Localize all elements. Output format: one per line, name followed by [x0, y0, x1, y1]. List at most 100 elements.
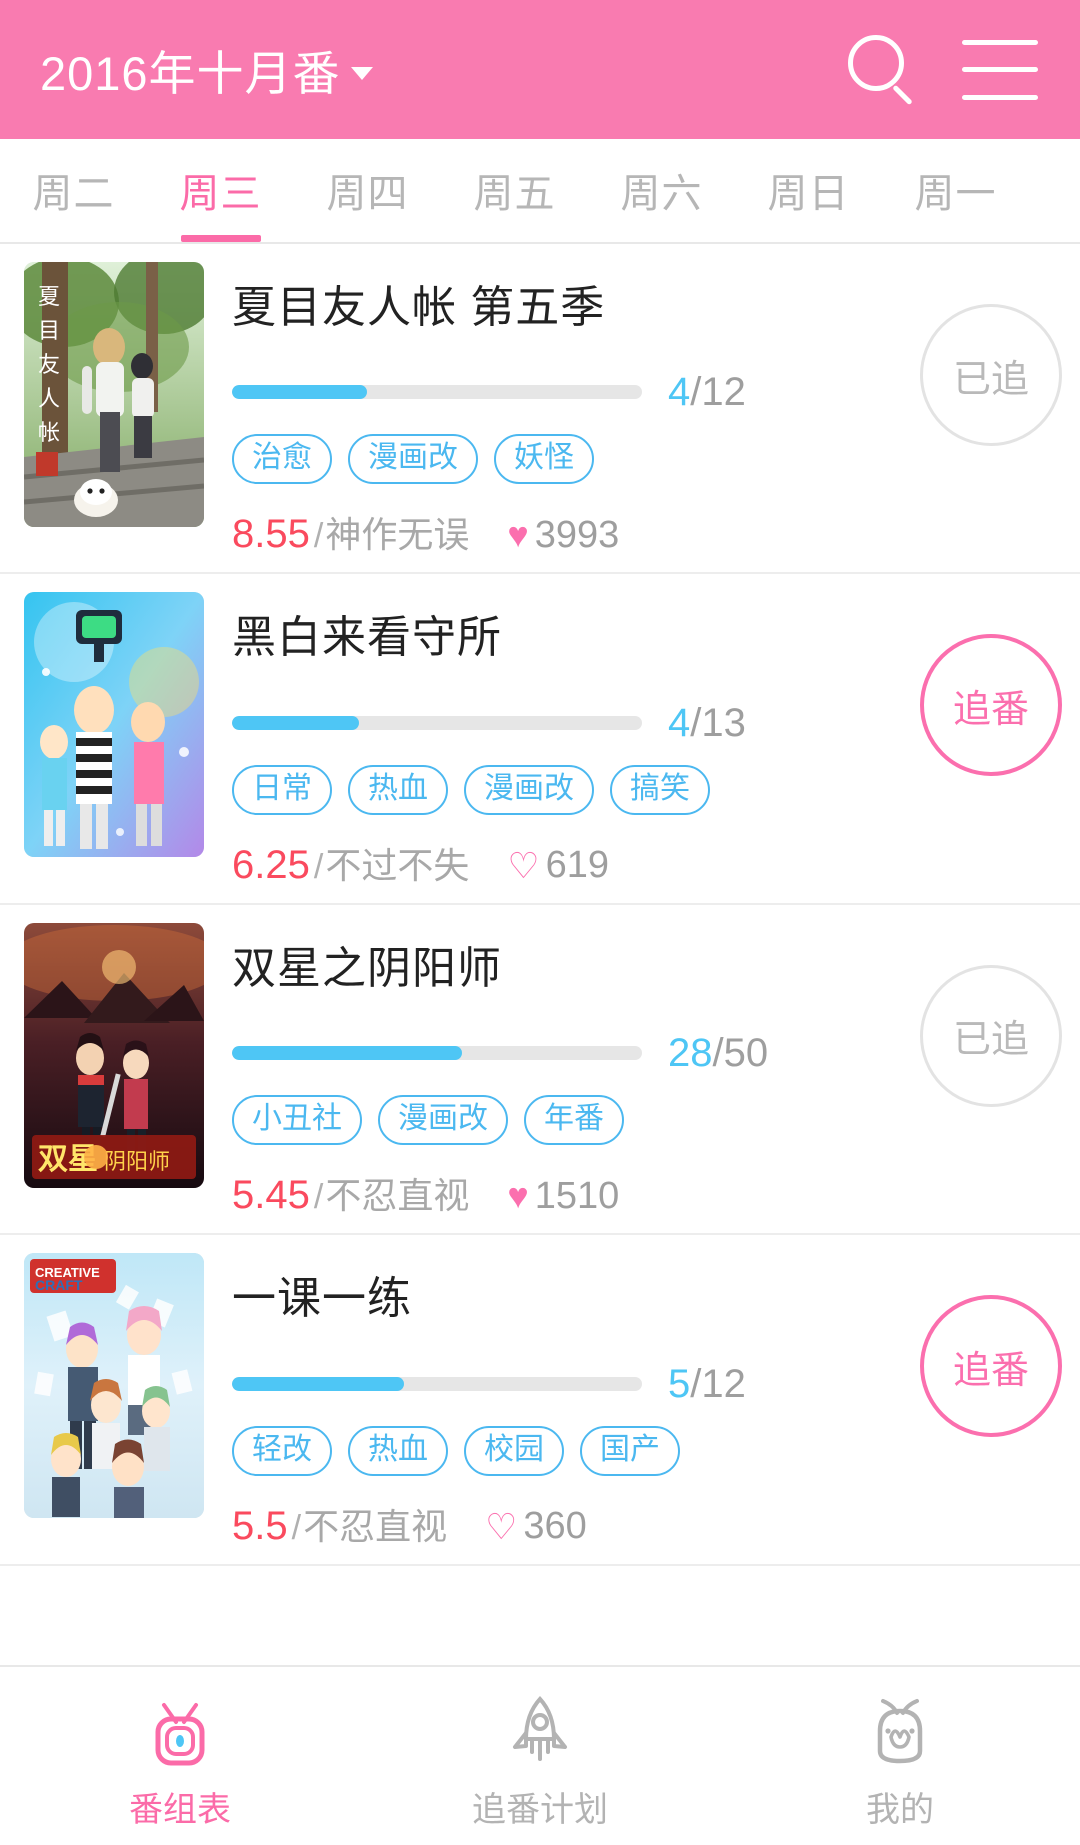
episode-counter: 28/50 [668, 1033, 768, 1073]
anime-cover-image[interactable]: CREATIVE CRAFT [24, 1253, 204, 1519]
follow-button[interactable]: 已追 [920, 304, 1062, 446]
svg-text:友: 友 [38, 352, 60, 377]
episode-separator: / [690, 370, 702, 415]
like-count: 360 [523, 1505, 587, 1548]
progress-bar [232, 1376, 642, 1391]
tab-weekday-0[interactable]: 周二 [0, 139, 147, 242]
rating-row: 8.55 / 神作无误 ♥ 3993 [232, 506, 1060, 558]
nav-label: 番组表 [129, 1790, 231, 1829]
anime-title: 双星之阴阳师 [232, 943, 502, 993]
heart-icon: ♥ [507, 1175, 529, 1217]
anime-title: 黑白来看守所 [232, 613, 502, 663]
tab-label: 周三 [179, 172, 262, 216]
anime-tag[interactable]: 漫画改 [348, 434, 478, 485]
svg-text:帐: 帐 [38, 420, 60, 445]
like-group[interactable]: ♥ 3993 [507, 514, 619, 557]
rating-separator: / [313, 847, 324, 886]
episode-separator: / [690, 1361, 702, 1406]
search-icon-ring [848, 34, 904, 91]
like-group[interactable]: ♡ 619 [507, 844, 609, 887]
anime-cover-image[interactable]: 双星 阴阳师 [24, 922, 204, 1188]
tab-label: 周二 [32, 172, 115, 216]
episode-total: 12 [701, 1361, 746, 1406]
tab-weekday-2[interactable]: 周四 [294, 139, 441, 242]
anime-list-item[interactable]: CREATIVE CRAFT 一课一练 5/12 轻改 热血 校园 国产 5.5… [0, 1235, 1080, 1566]
follow-button[interactable]: 已追 [920, 964, 1062, 1107]
svg-text:夏: 夏 [38, 284, 60, 309]
like-count: 1510 [534, 1174, 620, 1217]
tab-label: 周日 [767, 172, 850, 216]
progress-bar-fill [232, 385, 368, 400]
anime-tag[interactable]: 日常 [232, 764, 332, 815]
episode-counter: 4/12 [668, 372, 746, 412]
nav-label: 我的 [866, 1790, 934, 1829]
hamburger-menu-icon[interactable] [962, 39, 1038, 100]
nav-item-plan[interactable]: 追番计划 [360, 1667, 720, 1845]
svg-text:人: 人 [38, 386, 60, 411]
tab-active-underline [180, 235, 261, 242]
progress-bar-fill [232, 715, 360, 730]
tab-label: 周五 [473, 172, 556, 216]
heart-icon: ♥ [507, 514, 529, 556]
anime-tags: 治愈 漫画改 妖怪 [232, 434, 1060, 485]
rating-score: 5.5 [232, 1503, 288, 1548]
progress-bar [232, 385, 642, 400]
nav-item-mine[interactable]: 我的 [720, 1667, 1080, 1845]
anime-list-item[interactable]: 夏 目 友 人 帐 夏目友人帐 第五季 4/12 治愈 漫画改 妖怪 8.55 … [0, 244, 1080, 575]
anime-list: 夏 目 友 人 帐 夏目友人帐 第五季 4/12 治愈 漫画改 妖怪 8.55 … [0, 244, 1080, 1566]
episode-counter: 5/12 [668, 1364, 746, 1404]
anime-list-item[interactable]: 双星 阴阳师 双星之阴阳师 28/50 小丑社 漫画改 年番 5.45 / 不忍… [0, 905, 1080, 1236]
anime-cover-image[interactable] [24, 592, 204, 858]
tv-icon [138, 1688, 222, 1774]
like-count: 619 [545, 844, 610, 887]
tab-weekday-3[interactable]: 周五 [441, 139, 588, 242]
tab-label: 周一 [914, 172, 997, 216]
anime-tag[interactable]: 轻改 [232, 1425, 332, 1476]
rating-row: 6.25 / 不过不失 ♡ 619 [232, 837, 1060, 889]
anime-title: 夏目友人帐 第五季 [232, 283, 606, 332]
rocket-icon [498, 1688, 582, 1774]
anime-title: 一课一练 [232, 1274, 412, 1324]
tab-weekday-6[interactable]: 周一 [882, 139, 1029, 242]
rating-label: 不忍直视 [325, 1175, 470, 1217]
like-group[interactable]: ♥ 1510 [507, 1175, 619, 1218]
tab-label: 周六 [620, 172, 703, 216]
anime-tag[interactable]: 漫画改 [378, 1095, 508, 1146]
tab-weekday-4[interactable]: 周六 [588, 139, 735, 242]
anime-tag[interactable]: 治愈 [232, 434, 332, 485]
anime-tag[interactable]: 搞笑 [610, 764, 710, 815]
follow-button[interactable]: 追番 [920, 1295, 1062, 1438]
svg-text:目: 目 [38, 318, 60, 343]
progress-bar [232, 1046, 642, 1061]
progress-bar-fill [232, 1046, 462, 1061]
search-icon-handle [892, 84, 913, 105]
season-selector[interactable]: 2016年十月番 [40, 35, 373, 104]
rating-score: 6.25 [232, 842, 310, 887]
anime-tag[interactable]: 小丑社 [232, 1095, 362, 1146]
nav-item-schedule[interactable]: 番组表 [0, 1667, 360, 1845]
episode-separator: / [712, 1031, 724, 1076]
weekday-tabs[interactable]: 周二 周三 周四 周五 周六 周日 周一 [0, 139, 1080, 244]
search-icon[interactable] [842, 31, 920, 109]
anime-tag[interactable]: 妖怪 [494, 434, 594, 485]
anime-tags: 轻改 热血 校园 国产 [232, 1425, 1060, 1476]
follow-button-label: 已追 [952, 1019, 1029, 1062]
tab-weekday-5[interactable]: 周日 [735, 139, 882, 242]
rating-score: 8.55 [232, 512, 310, 557]
anime-tag[interactable]: 国产 [580, 1425, 680, 1476]
rating-row: 5.45 / 不忍直视 ♥ 1510 [232, 1167, 1060, 1219]
anime-cover-image[interactable]: 夏 目 友 人 帐 [24, 262, 204, 527]
tab-weekday-1[interactable]: 周三 [147, 139, 294, 242]
like-group[interactable]: ♡ 360 [485, 1505, 587, 1548]
follow-button[interactable]: 追番 [920, 634, 1062, 777]
anime-tag[interactable]: 热血 [348, 764, 448, 815]
episode-separator: / [690, 700, 702, 745]
anime-tag[interactable]: 年番 [524, 1095, 624, 1146]
menu-line-3 [962, 94, 1038, 100]
anime-tag[interactable]: 漫画改 [464, 764, 594, 815]
anime-list-item[interactable]: 黑白来看守所 4/13 日常 热血 漫画改 搞笑 6.25 / 不过不失 ♡ 6… [0, 574, 1080, 905]
anime-tag[interactable]: 校园 [464, 1425, 564, 1476]
menu-line-2 [962, 67, 1038, 72]
episode-current: 4 [668, 700, 691, 745]
anime-tag[interactable]: 热血 [348, 1425, 448, 1476]
